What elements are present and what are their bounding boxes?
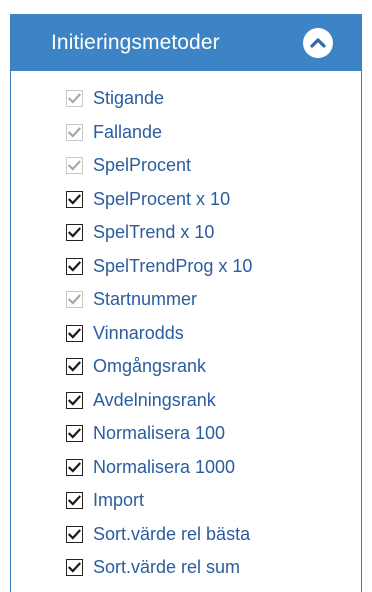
method-checkbox-list: Stigande Fallande SpelProcent SpelProcent x… bbox=[66, 82, 252, 585]
method-item-label: Fallande bbox=[93, 121, 163, 142]
method-item[interactable]: Vinnarodds bbox=[66, 317, 252, 351]
chevron-up-icon bbox=[310, 38, 326, 48]
method-item-label: SpelProcent bbox=[93, 155, 192, 176]
method-item[interactable]: Omgångsrank bbox=[66, 350, 252, 384]
method-checkbox[interactable] bbox=[66, 525, 83, 543]
method-checkbox[interactable] bbox=[66, 559, 83, 577]
checkmark-icon bbox=[68, 361, 81, 372]
method-checkbox bbox=[66, 90, 83, 108]
method-item[interactable]: Sort.värde rel bästa bbox=[66, 518, 252, 552]
checkmark-icon bbox=[68, 562, 81, 573]
panel-title: Initieringsmetoder bbox=[51, 30, 220, 54]
checkmark-icon bbox=[68, 461, 81, 473]
checkmark-icon bbox=[68, 294, 81, 305]
method-item[interactable]: Sort.värde rel sum bbox=[66, 551, 252, 585]
method-checkbox bbox=[66, 123, 83, 141]
checkmark-icon bbox=[68, 260, 81, 272]
method-checkbox bbox=[66, 157, 83, 175]
checkmark-icon bbox=[68, 528, 81, 540]
method-item-label: Startnummer bbox=[93, 289, 198, 310]
method-item[interactable]: Avdelningsrank bbox=[66, 384, 252, 418]
method-item-label: Stigande bbox=[93, 88, 165, 109]
method-checkbox[interactable] bbox=[66, 257, 83, 275]
method-checkbox[interactable] bbox=[66, 324, 83, 342]
initieringsmetoder-panel: Initieringsmetoder Stigande Fallande SpelP… bbox=[10, 14, 362, 592]
checkmark-icon bbox=[68, 126, 81, 138]
method-item-label: Normalisera 1000 bbox=[93, 456, 236, 477]
checkmark-icon bbox=[68, 227, 81, 238]
method-item[interactable]: Import bbox=[66, 484, 252, 518]
method-item-label: Vinnarodds bbox=[93, 322, 184, 343]
method-item[interactable]: Normalisera 1000 bbox=[66, 451, 252, 485]
method-item-label: Avdelningsrank bbox=[93, 389, 216, 410]
checkmark-icon bbox=[68, 160, 81, 171]
method-item-label: Sort.värde rel bästa bbox=[93, 523, 251, 544]
method-item: Fallande bbox=[66, 116, 252, 150]
method-checkbox[interactable] bbox=[66, 224, 83, 242]
method-item-label: Sort.värde rel sum bbox=[93, 557, 241, 578]
method-item: Startnummer bbox=[66, 283, 252, 317]
method-item-label: Omgångsrank bbox=[93, 356, 207, 377]
checkmark-icon bbox=[68, 428, 81, 439]
method-item: Stigande bbox=[66, 82, 252, 116]
method-checkbox[interactable] bbox=[66, 190, 83, 208]
method-checkbox[interactable] bbox=[66, 492, 83, 510]
method-item[interactable]: SpelProcent x 10 bbox=[66, 183, 252, 217]
checkmark-icon bbox=[68, 93, 81, 104]
collapse-button[interactable] bbox=[303, 28, 333, 58]
checkmark-icon bbox=[68, 193, 81, 205]
method-item-label: SpelTrendProg x 10 bbox=[93, 255, 253, 276]
method-checkbox[interactable] bbox=[66, 391, 83, 409]
checkmark-icon bbox=[68, 394, 81, 406]
method-item[interactable]: SpelTrendProg x 10 bbox=[66, 250, 252, 284]
method-checkbox bbox=[66, 291, 83, 309]
checkmark-icon bbox=[68, 327, 81, 339]
method-item-label: Import bbox=[93, 490, 145, 511]
method-checkbox[interactable] bbox=[66, 458, 83, 476]
panel-header[interactable]: Initieringsmetoder bbox=[11, 14, 361, 71]
method-item: SpelProcent bbox=[66, 149, 252, 183]
method-checkbox[interactable] bbox=[66, 425, 83, 443]
method-item-label: SpelTrend x 10 bbox=[93, 222, 215, 243]
method-item[interactable]: Normalisera 100 bbox=[66, 417, 252, 451]
method-item-label: Normalisera 100 bbox=[93, 423, 226, 444]
checkmark-icon bbox=[68, 495, 81, 506]
method-item-label: SpelProcent x 10 bbox=[93, 188, 231, 209]
method-checkbox[interactable] bbox=[66, 358, 83, 376]
method-item[interactable]: SpelTrend x 10 bbox=[66, 216, 252, 250]
